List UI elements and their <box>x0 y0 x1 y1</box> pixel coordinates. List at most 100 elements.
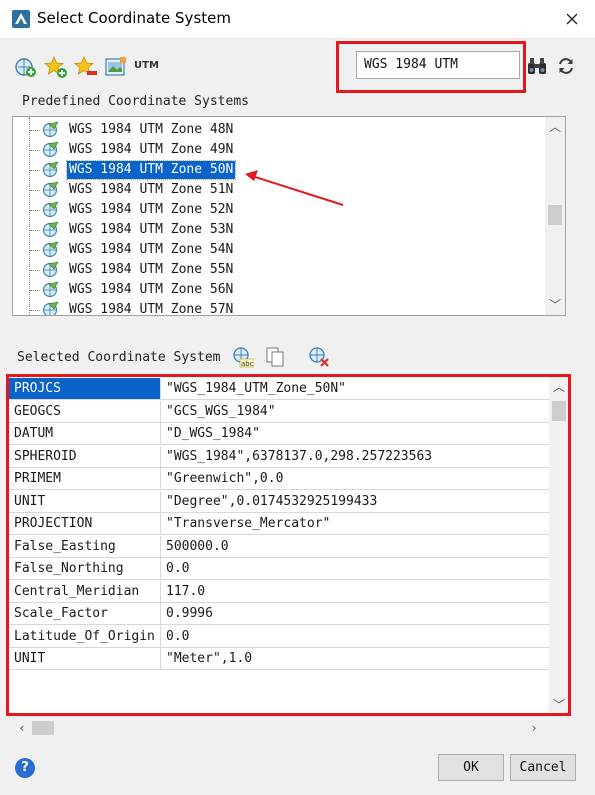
projection-icon <box>41 241 61 259</box>
help-button[interactable]: ? <box>15 758 35 778</box>
tree-item[interactable]: WGS 1984 UTM Zone 50N <box>13 160 543 180</box>
property-value: "Degree",0.0174532925199433 <box>161 491 550 513</box>
copy-button[interactable] <box>264 346 286 368</box>
tree-item-label: WGS 1984 UTM Zone 51N <box>69 182 234 197</box>
tree-item[interactable]: WGS 1984 UTM Zone 54N <box>13 240 543 260</box>
property-value: "GCS_WGS_1984" <box>161 401 550 423</box>
refresh-button[interactable] <box>556 56 576 76</box>
new-coordinate-system-button[interactable] <box>14 55 38 79</box>
clear-button[interactable] <box>308 346 330 368</box>
ok-button[interactable]: OK <box>438 754 504 781</box>
tree-item[interactable]: WGS 1984 UTM Zone 52N <box>13 200 543 220</box>
tree-item[interactable]: WGS 1984 UTM Zone 56N <box>13 280 543 300</box>
scroll-down-icon[interactable]: ﹀ <box>545 295 565 315</box>
find-button[interactable] <box>527 56 547 76</box>
table-row[interactable]: DATUM "D_WGS_1984" <box>9 423 550 445</box>
tree-item[interactable]: WGS 1984 UTM Zone 51N <box>13 180 543 200</box>
property-key: Scale_Factor <box>9 603 161 625</box>
property-key: Central_Meridian <box>9 580 161 603</box>
refresh-icon <box>559 58 573 74</box>
tree-item[interactable]: WGS 1984 UTM Zone 53N <box>13 220 543 240</box>
table-row[interactable]: Latitude_Of_Origin 0.0 <box>9 625 550 648</box>
utm-button[interactable]: UTM <box>134 60 159 71</box>
edit-abc-icon: abc <box>233 347 255 368</box>
table-row[interactable]: PRIMEM "Greenwich",0.0 <box>9 468 550 490</box>
table-row[interactable]: Central_Meridian 117.0 <box>9 580 550 603</box>
properties-table[interactable]: PROJCS "WGS_1984_UTM_Zone_50N" GEOGCS "GCS_… <box>8 376 570 716</box>
tree-item[interactable]: WGS 1984 UTM Zone 48N <box>13 120 543 140</box>
add-favorite-icon <box>43 55 67 78</box>
tree-branch-line <box>30 210 40 211</box>
projection-icon <box>41 301 61 315</box>
properties-scroll-thumb[interactable] <box>552 401 566 421</box>
property-key: False_Easting <box>9 535 161 558</box>
properties-horizontal-scrollbar[interactable]: ‹ › <box>12 718 566 738</box>
table-row[interactable]: False_Easting 500000.0 <box>9 535 550 558</box>
property-value: 0.9996 <box>161 603 550 625</box>
tree-branch-line <box>30 270 40 271</box>
tree-item[interactable]: WGS 1984 UTM Zone 49N <box>13 140 543 160</box>
property-value: "Greenwich",0.0 <box>161 468 550 490</box>
properties-vertical-scrollbar[interactable]: ︿ ﹀ <box>549 377 569 715</box>
property-key: Latitude_Of_Origin <box>9 625 161 648</box>
tree-branch-line <box>30 190 40 191</box>
clear-coordinate-icon <box>309 347 329 367</box>
projection-icon <box>41 201 61 219</box>
tree-item-label: WGS 1984 UTM Zone 55N <box>69 262 234 277</box>
projection-icon <box>41 221 61 239</box>
projection-icon <box>41 181 61 199</box>
cancel-button[interactable]: Cancel <box>510 754 576 781</box>
tree-item[interactable]: WGS 1984 UTM Zone 55N <box>13 260 543 280</box>
horizontal-scroll-thumb[interactable] <box>32 721 54 735</box>
table-row[interactable]: GEOGCS "GCS_WGS_1984" <box>9 400 550 423</box>
table-row[interactable]: PROJECTION "Transverse_Mercator" <box>9 513 550 535</box>
property-value: "WGS_1984",6378137.0,298.257223563 <box>161 446 550 468</box>
tree-branch-line <box>30 150 40 151</box>
tree-item-label: WGS 1984 UTM Zone 49N <box>69 142 234 157</box>
scroll-up-icon[interactable]: ︿ <box>549 377 569 397</box>
table-row[interactable]: Scale_Factor 0.9996 <box>9 603 550 625</box>
tree-branch-line <box>30 310 40 311</box>
property-key: False_Northing <box>9 558 161 580</box>
tree-item-label: WGS 1984 UTM Zone 50N <box>65 160 237 180</box>
property-value: "Transverse_Mercator" <box>161 513 550 535</box>
projection-icon <box>41 261 61 279</box>
projection-icon <box>41 141 61 159</box>
property-key: PROJECTION <box>9 513 161 535</box>
property-key: DATUM <box>9 423 161 445</box>
add-favorite-button[interactable] <box>43 55 68 79</box>
property-key: SPHEROID <box>9 445 161 468</box>
scroll-right-icon[interactable]: › <box>524 718 544 738</box>
tree-item-label: WGS 1984 UTM Zone 48N <box>69 122 234 137</box>
rename-button[interactable]: abc <box>232 346 255 368</box>
tree-item[interactable]: WGS 1984 UTM Zone 57N <box>13 300 543 316</box>
property-key: PRIMEM <box>9 468 161 490</box>
scroll-up-icon[interactable]: ︿ <box>545 117 565 137</box>
scroll-left-icon[interactable]: ‹ <box>12 718 32 738</box>
tree-vertical-scrollbar[interactable]: ︿ ﹀ <box>545 117 565 315</box>
binoculars-icon <box>528 58 546 74</box>
close-button[interactable] <box>549 0 595 38</box>
tree-branch-line <box>30 230 40 231</box>
scroll-down-icon[interactable]: ﹀ <box>549 695 569 715</box>
search-input[interactable]: WGS 1984 UTM <box>356 51 520 79</box>
title-bar: Select Coordinate System <box>0 0 595 39</box>
tree-item-label: WGS 1984 UTM Zone 57N <box>69 302 234 316</box>
table-row[interactable]: False_Northing 0.0 <box>9 558 550 580</box>
predefined-tree[interactable]: WGS 1984 UTM Zone 48N WGS 1984 UTM Zone 4… <box>12 116 566 316</box>
import-projection-button[interactable] <box>104 55 128 79</box>
property-key: UNIT <box>9 490 161 513</box>
projection-icon <box>41 161 61 179</box>
table-row[interactable]: PROJCS "WGS_1984_UTM_Zone_50N" <box>9 378 550 400</box>
property-value: 0.0 <box>161 626 550 648</box>
projection-icon <box>41 121 61 139</box>
remove-favorite-icon <box>73 55 97 75</box>
table-row[interactable]: UNIT "Degree",0.0174532925199433 <box>9 490 550 513</box>
close-icon <box>566 13 578 25</box>
tree-scroll-thumb[interactable] <box>548 205 562 225</box>
remove-favorite-button[interactable] <box>73 55 98 79</box>
table-row[interactable]: UNIT "Meter",1.0 <box>9 648 550 670</box>
tree-branch-line <box>30 250 40 251</box>
table-row[interactable]: SPHEROID "WGS_1984",6378137.0,298.2572235… <box>9 445 550 468</box>
property-key: PROJCS <box>9 378 161 400</box>
